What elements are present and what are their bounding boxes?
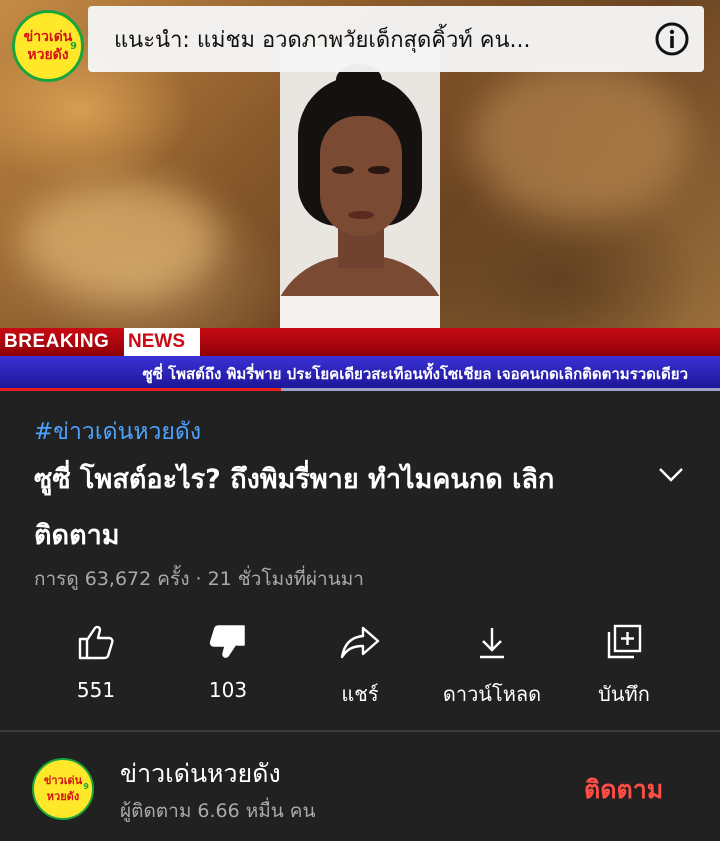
suggested-video-text: แนะนำ: แม่ชม อวดภาพวัยเด็กสุดคิ้วท์ คน..… (114, 27, 531, 53)
video-frame-person (280, 46, 440, 328)
background-blur (20, 180, 220, 300)
like-button[interactable]: 551 (31, 618, 161, 708)
save-label: บันทึก (598, 682, 650, 706)
breaking-news-banner: BREAKING NEWS (0, 328, 720, 356)
subscribe-button[interactable]: ติดตาม (584, 770, 663, 810)
dislike-button[interactable]: 103 (163, 618, 293, 708)
hashtag-link[interactable]: #ข่าวเด่นหวยดัง (34, 414, 201, 450)
thumbs-down-icon (209, 625, 245, 658)
view-count-meta: การดู 63,672 ครั้ง · 21 ชั่วโมงที่ผ่านมา (34, 568, 364, 590)
ticker-text: ซูซี่ โพสต์ถึง พิมรี่พาย ประโยคเดียวสะเท… (142, 365, 688, 383)
news-ticker: ซูซี่ โพสต์ถึง พิมรี่พาย ประโยคเดียวสะเท… (0, 356, 720, 388)
divider (0, 730, 720, 732)
info-icon[interactable] (654, 21, 690, 57)
dislike-count: 103 (208, 678, 248, 702)
suggested-video-card[interactable]: แนะนำ: แม่ชม อวดภาพวัยเด็กสุดคิ้วท์ คน..… (88, 6, 704, 72)
share-button[interactable]: แชร์ (295, 618, 425, 708)
share-icon (340, 626, 380, 659)
save-button[interactable]: บันทึก (559, 618, 689, 708)
news-word: NEWS (128, 331, 185, 352)
share-label: แชร์ (341, 682, 379, 706)
channel-name[interactable]: ข่าวเด่นหวยดัง (120, 754, 281, 794)
video-title: ซูซี่ โพสต์อะไร? ถึงพิมรี่พาย ทำไมคนกด เ… (34, 464, 555, 551)
video-player[interactable]: ข่าวเด่น หวยดัง 9 แนะนำ: แม่ชม อวดภาพวัย… (0, 0, 720, 390)
download-button[interactable]: ดาวน์โหลด (427, 618, 557, 708)
background-blur (470, 60, 690, 220)
channel-watermark-logo: ข่าวเด่น หวยดัง 9 (12, 10, 84, 82)
progress-fill (0, 388, 281, 391)
breaking-word: BREAKING (4, 331, 110, 352)
download-label: ดาวน์โหลด (442, 682, 542, 706)
subscriber-count: ผู้ติดตาม 6.66 หมื่น คน (120, 800, 316, 822)
save-to-playlist-icon (607, 624, 642, 659)
like-count: 551 (76, 678, 116, 702)
channel-avatar[interactable]: ข่าวเด่น หวยดัง 9 (32, 758, 94, 820)
chevron-down-icon[interactable] (654, 458, 688, 492)
action-bar: 551 103 แชร์ ดาวน์โหลด บันทึก (0, 618, 720, 708)
download-icon (480, 628, 504, 659)
thumbs-up-icon (78, 625, 114, 660)
